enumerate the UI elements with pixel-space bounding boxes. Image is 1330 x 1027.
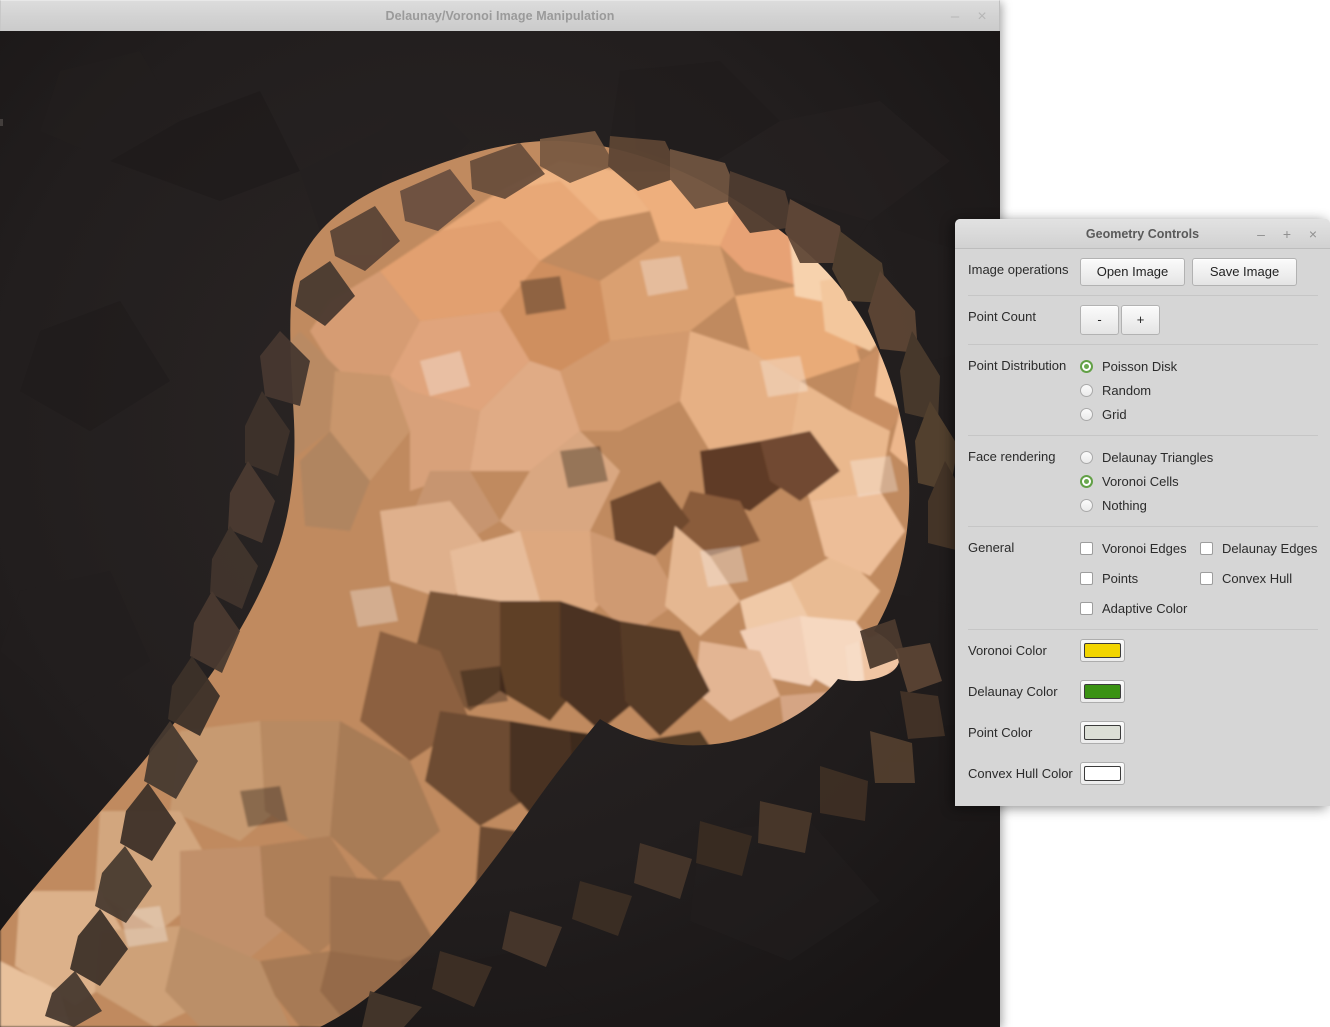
checkbox-voronoi-edges-label: Voronoi Edges [1102,540,1187,556]
row-point-color: Point Color [968,712,1318,753]
checkbox-adaptive-color-label: Adaptive Color [1102,600,1188,616]
voronoi-color-content [1080,639,1318,662]
delaunay-color-swatch [1084,684,1121,699]
checkbox-unchecked-icon [1080,601,1093,615]
voronoi-color-swatch [1084,643,1121,658]
main-window-controls: – × [948,1,989,32]
label-convex-hull-color: Convex Hull Color [968,766,1073,781]
image-operations-content: Open Image Save Image [1080,258,1318,286]
save-image-button[interactable]: Save Image [1192,258,1297,286]
radio-delaunay-triangles-label: Delaunay Triangles [1102,449,1214,465]
checkbox-delaunay-edges-label: Delaunay Edges [1222,540,1318,556]
radio-grid-label: Grid [1102,406,1127,422]
radio-delaunay-triangles[interactable]: Delaunay Triangles [1080,445,1318,469]
radio-grid[interactable]: Grid [1080,402,1318,426]
radio-selected-icon [1080,359,1093,373]
row-voronoi-color: Voronoi Color [968,629,1318,671]
radio-voronoi-cells-label: Voronoi Cells [1102,473,1179,489]
label-voronoi-color: Voronoi Color [968,643,1047,658]
label-image-operations: Image operations [968,262,1069,277]
dialog-titlebar[interactable]: Geometry Controls – + × [955,219,1330,249]
checkbox-unchecked-icon [1200,571,1213,585]
dialog-minimize-icon[interactable]: – [1255,227,1267,241]
radio-nothing[interactable]: Nothing [1080,493,1318,517]
label-delaunay-color: Delaunay Color [968,684,1058,699]
radio-poisson-disk[interactable]: Poisson Disk [1080,354,1318,378]
radio-selected-icon [1080,474,1093,488]
checkbox-points-label: Points [1102,570,1139,586]
point-color-swatch [1084,725,1121,740]
dialog-close-icon[interactable]: × [1307,227,1319,241]
convex-hull-color-button[interactable] [1080,762,1125,785]
dialog-body: Image operations Open Image Save Image P… [955,249,1330,806]
row-face-rendering: Face rendering Delaunay Triangles Vorono… [968,435,1318,526]
dialog-window-controls: – + × [1255,219,1319,248]
image-operations-buttons: Open Image Save Image [1080,258,1318,286]
radio-unselected-icon [1080,450,1093,464]
voronoi-rendering [0,31,1000,1027]
radio-random-label: Random [1102,382,1152,398]
checkbox-unchecked-icon [1080,571,1093,585]
checkbox-voronoi-edges[interactable]: Voronoi Edges [1080,536,1200,560]
radio-unselected-icon [1080,407,1093,421]
point-count-stepper: - + [1080,305,1318,335]
row-point-distribution: Point Distribution Poisson Disk Random G… [968,344,1318,435]
label-face-rendering: Face rendering [968,449,1056,464]
radio-voronoi-cells[interactable]: Voronoi Cells [1080,469,1318,493]
radio-poisson-disk-label: Poisson Disk [1102,358,1178,374]
open-image-button[interactable]: Open Image [1080,258,1185,286]
checkbox-unchecked-icon [1080,541,1093,555]
main-window: Delaunay/Voronoi Image Manipulation – × [0,0,1000,1027]
radio-unselected-icon [1080,498,1093,512]
delaunay-color-content [1080,680,1318,703]
label-point-count: Point Count [968,309,1036,324]
point-color-content [1080,721,1318,744]
delaunay-color-button[interactable] [1080,680,1125,703]
geometry-controls-dialog: Geometry Controls – + × Image operations… [955,219,1330,806]
point-distribution-options: Poisson Disk Random Grid [1080,354,1318,426]
label-point-color: Point Color [968,725,1033,740]
row-image-operations: Image operations Open Image Save Image [968,249,1318,295]
row-point-count: Point Count - + [968,295,1318,344]
dialog-maximize-icon[interactable]: + [1281,227,1293,241]
point-color-button[interactable] [1080,721,1125,744]
radio-random[interactable]: Random [1080,378,1318,402]
radio-nothing-label: Nothing [1102,497,1147,513]
checkbox-grid-spacer [1200,596,1318,620]
row-delaunay-color: Delaunay Color [968,671,1318,712]
row-general: General Voronoi Edges Delaunay Edges Poi… [968,526,1318,629]
convex-hull-color-content [1080,762,1318,785]
minimize-icon[interactable]: – [948,9,962,24]
label-point-distribution: Point Distribution [968,358,1067,373]
checkbox-convex-hull[interactable]: Convex Hull [1200,566,1318,590]
row-convex-hull-color: Convex Hull Color [968,753,1318,794]
checkbox-adaptive-color[interactable]: Adaptive Color [1080,596,1200,620]
canvas-edge-artifact [0,119,3,126]
point-count-content: - + [1080,305,1318,335]
checkbox-delaunay-edges[interactable]: Delaunay Edges [1200,536,1318,560]
point-count-increment-button[interactable]: + [1121,305,1160,335]
checkbox-convex-hull-label: Convex Hull [1222,570,1293,586]
dialog-title: Geometry Controls [1085,226,1200,241]
point-count-decrement-button[interactable]: - [1080,305,1119,335]
checkbox-points[interactable]: Points [1080,566,1200,590]
screen: Delaunay/Voronoi Image Manipulation – × [0,0,1330,1027]
convex-hull-color-swatch [1084,766,1121,781]
close-icon[interactable]: × [975,8,989,25]
image-canvas[interactable] [0,31,1000,1027]
general-checkbox-grid: Voronoi Edges Delaunay Edges Points Conv… [1080,536,1318,620]
general-checkboxes: Voronoi Edges Delaunay Edges Points Conv… [1080,536,1318,620]
radio-unselected-icon [1080,383,1093,397]
voronoi-color-button[interactable] [1080,639,1125,662]
main-window-title: Delaunay/Voronoi Image Manipulation [385,9,615,23]
label-general: General [968,540,1015,555]
main-window-titlebar[interactable]: Delaunay/Voronoi Image Manipulation – × [0,0,1000,31]
face-rendering-options: Delaunay Triangles Voronoi Cells Nothing [1080,445,1318,517]
checkbox-unchecked-icon [1200,541,1213,555]
